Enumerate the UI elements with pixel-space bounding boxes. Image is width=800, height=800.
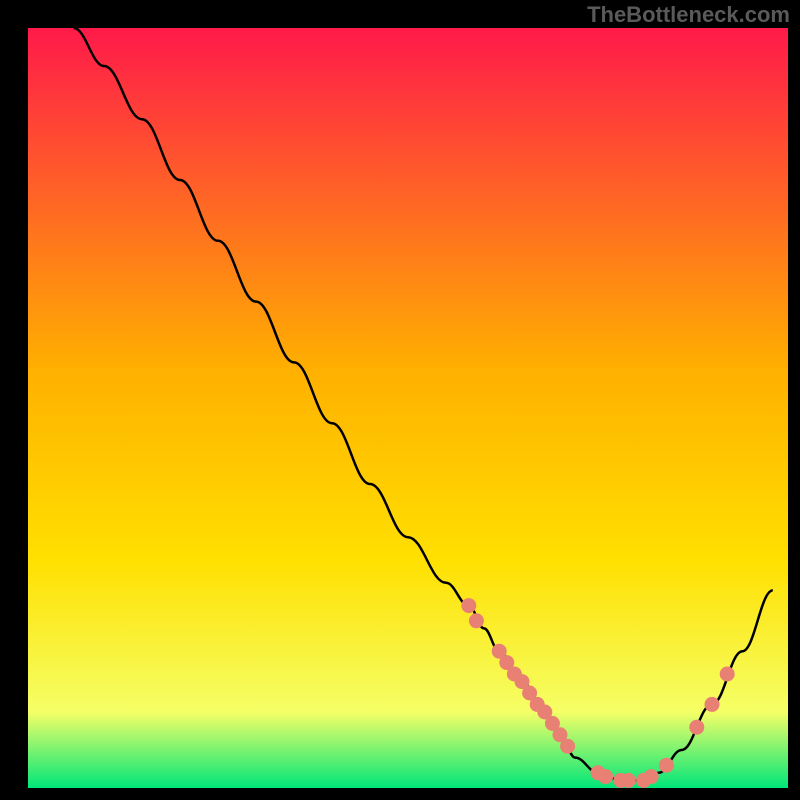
data-point: [469, 613, 484, 628]
plot-background: [28, 28, 788, 788]
data-point: [659, 758, 674, 773]
bottleneck-chart: [0, 0, 800, 800]
data-point: [461, 598, 476, 613]
data-point: [689, 720, 704, 735]
data-point: [560, 739, 575, 754]
chart-container: TheBottleneck.com: [0, 0, 800, 800]
data-point: [621, 773, 636, 788]
attribution-text: TheBottleneck.com: [587, 2, 790, 28]
data-point: [720, 667, 735, 682]
data-point: [644, 769, 659, 784]
data-point: [705, 697, 720, 712]
data-point: [598, 769, 613, 784]
